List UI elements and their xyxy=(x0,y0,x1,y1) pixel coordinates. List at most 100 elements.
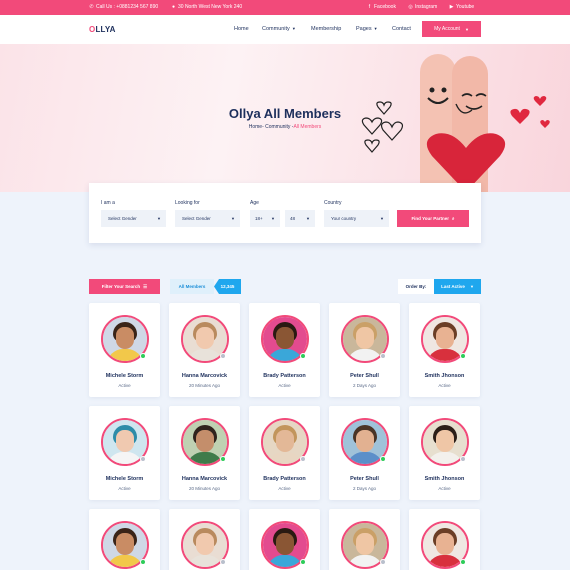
member-avatar[interactable] xyxy=(421,521,469,569)
caret-down-icon: ▼ xyxy=(231,216,235,221)
nav-community[interactable]: Community ▼ xyxy=(262,26,296,32)
nav-membership[interactable]: Membership xyxy=(311,26,341,32)
nav-pages[interactable]: Pages ▼ xyxy=(356,26,378,32)
my-account-button[interactable]: My Account ▼ xyxy=(422,21,481,37)
address-info: ● 30 North West New York 240 xyxy=(171,4,242,10)
member-avatar[interactable] xyxy=(421,418,469,466)
member-avatar[interactable] xyxy=(101,521,149,569)
caret-down-icon: ▼ xyxy=(271,216,275,221)
member-card[interactable]: Michele Storm Active xyxy=(89,303,160,397)
member-card[interactable] xyxy=(329,509,400,570)
member-avatar[interactable] xyxy=(261,418,309,466)
avatar-face xyxy=(196,533,214,555)
member-card[interactable] xyxy=(249,509,320,570)
member-card[interactable]: Peter Shull 2 Days Ago xyxy=(329,303,400,397)
breadcrumb-community[interactable]: Community xyxy=(265,124,290,130)
member-avatar[interactable] xyxy=(181,521,229,569)
country-label: Country xyxy=(324,200,342,206)
filter-search-button[interactable]: Filter Your Search ☰ xyxy=(89,279,160,294)
nav-community-label: Community xyxy=(262,26,290,32)
chevron-down-icon: ▼ xyxy=(469,284,474,289)
chevron-down-icon: ▼ xyxy=(291,26,296,31)
iam-label: I am a xyxy=(101,200,115,206)
age-min-select[interactable]: 18+ ▼ xyxy=(250,210,280,227)
instagram-link[interactable]: ◎ Instagram xyxy=(408,4,437,10)
order-by-label: Order By: xyxy=(398,279,434,294)
my-account-label: My Account xyxy=(434,26,460,32)
nav-home[interactable]: Home xyxy=(234,26,249,32)
nav-contact[interactable]: Contact xyxy=(392,26,411,32)
member-name[interactable]: Brady Patterson xyxy=(249,373,320,379)
member-card[interactable] xyxy=(169,509,240,570)
member-card[interactable]: Hanna Marcovick 20 Minutes Ago xyxy=(169,303,240,397)
member-card[interactable]: Hanna Marcovick 20 Minutes Ago xyxy=(169,406,240,500)
online-status-dot xyxy=(300,353,306,359)
member-card[interactable]: Michele Storm Active xyxy=(89,406,160,500)
country-select[interactable]: Your country ▼ xyxy=(324,210,389,227)
member-avatar[interactable] xyxy=(421,315,469,363)
phone-info[interactable]: ✆ Call Us : +0881234 567 890 xyxy=(89,4,158,10)
looking-for-select-value: Select Gender xyxy=(182,216,211,221)
member-card[interactable] xyxy=(89,509,160,570)
member-card[interactable]: Brady Patterson Active xyxy=(249,406,320,500)
avatar-face xyxy=(196,430,214,452)
member-name[interactable]: Michele Storm xyxy=(89,476,160,482)
search-icon: ⌕ xyxy=(452,216,455,221)
order-by-value: Last Active xyxy=(441,284,465,289)
looking-for-select[interactable]: Select Gender ▼ xyxy=(175,210,240,227)
iam-select[interactable]: Select Gender ▼ xyxy=(101,210,166,227)
member-card[interactable] xyxy=(409,509,480,570)
member-avatar[interactable] xyxy=(101,418,149,466)
member-avatar[interactable] xyxy=(101,315,149,363)
member-status: Active xyxy=(278,383,291,388)
youtube-label: Youtube xyxy=(456,4,475,10)
member-name[interactable]: Hanna Marcovick xyxy=(169,373,240,379)
member-name[interactable]: Smith Jhonson xyxy=(409,373,480,379)
avatar-face xyxy=(116,533,134,555)
member-name[interactable]: Brady Patterson xyxy=(249,476,320,482)
member-card[interactable]: Smith Jhonson Active xyxy=(409,406,480,500)
phone-icon: ✆ xyxy=(89,3,94,10)
breadcrumb-home[interactable]: Home xyxy=(249,124,262,130)
online-status-dot xyxy=(300,559,306,565)
facebook-label: Facebook xyxy=(374,4,396,10)
site-logo[interactable]: OLLYA xyxy=(89,25,116,34)
member-card[interactable]: Brady Patterson Active xyxy=(249,303,320,397)
member-avatar[interactable] xyxy=(181,418,229,466)
youtube-link[interactable]: ▶ Youtube xyxy=(449,4,475,10)
online-status-dot xyxy=(140,559,146,565)
offline-status-dot xyxy=(380,559,386,565)
member-avatar[interactable] xyxy=(261,315,309,363)
all-members-tab[interactable]: All Members 12,345 xyxy=(170,279,241,294)
offline-status-dot xyxy=(460,456,466,462)
order-by-select[interactable]: Last Active ▼ xyxy=(434,279,481,294)
member-avatar[interactable] xyxy=(341,418,389,466)
avatar-face xyxy=(276,533,294,555)
offline-status-dot xyxy=(220,559,226,565)
member-name[interactable]: Michele Storm xyxy=(89,373,160,379)
chevron-down-icon: ▼ xyxy=(373,26,378,31)
offline-status-dot xyxy=(140,456,146,462)
member-name[interactable]: Peter Shull xyxy=(329,373,400,379)
logo-rest: LLYA xyxy=(95,25,116,34)
member-status: Active xyxy=(438,383,451,388)
member-avatar[interactable] xyxy=(181,315,229,363)
member-avatar[interactable] xyxy=(341,315,389,363)
caret-down-icon: ▼ xyxy=(380,216,384,221)
member-name[interactable]: Hanna Marcovick xyxy=(169,476,240,482)
eye-illustration xyxy=(429,87,435,93)
avatar-face xyxy=(356,533,374,555)
offline-status-dot xyxy=(220,353,226,359)
top-bar: ✆ Call Us : +0881234 567 890 ● 30 North … xyxy=(0,0,570,15)
member-name[interactable]: Smith Jhonson xyxy=(409,476,480,482)
find-partner-button[interactable]: Find Your Partner ⌕ xyxy=(397,210,469,227)
member-card[interactable]: Smith Jhonson Active xyxy=(409,303,480,397)
member-card[interactable]: Peter Shull 2 Days Ago xyxy=(329,406,400,500)
member-status: Active xyxy=(118,383,131,388)
member-name[interactable]: Peter Shull xyxy=(329,476,400,482)
age-max-select[interactable]: 48 ▼ xyxy=(285,210,315,227)
facebook-link[interactable]: f Facebook xyxy=(367,4,396,10)
member-avatar[interactable] xyxy=(261,521,309,569)
member-avatar[interactable] xyxy=(341,521,389,569)
iam-select-value: Select Gender xyxy=(108,216,137,221)
